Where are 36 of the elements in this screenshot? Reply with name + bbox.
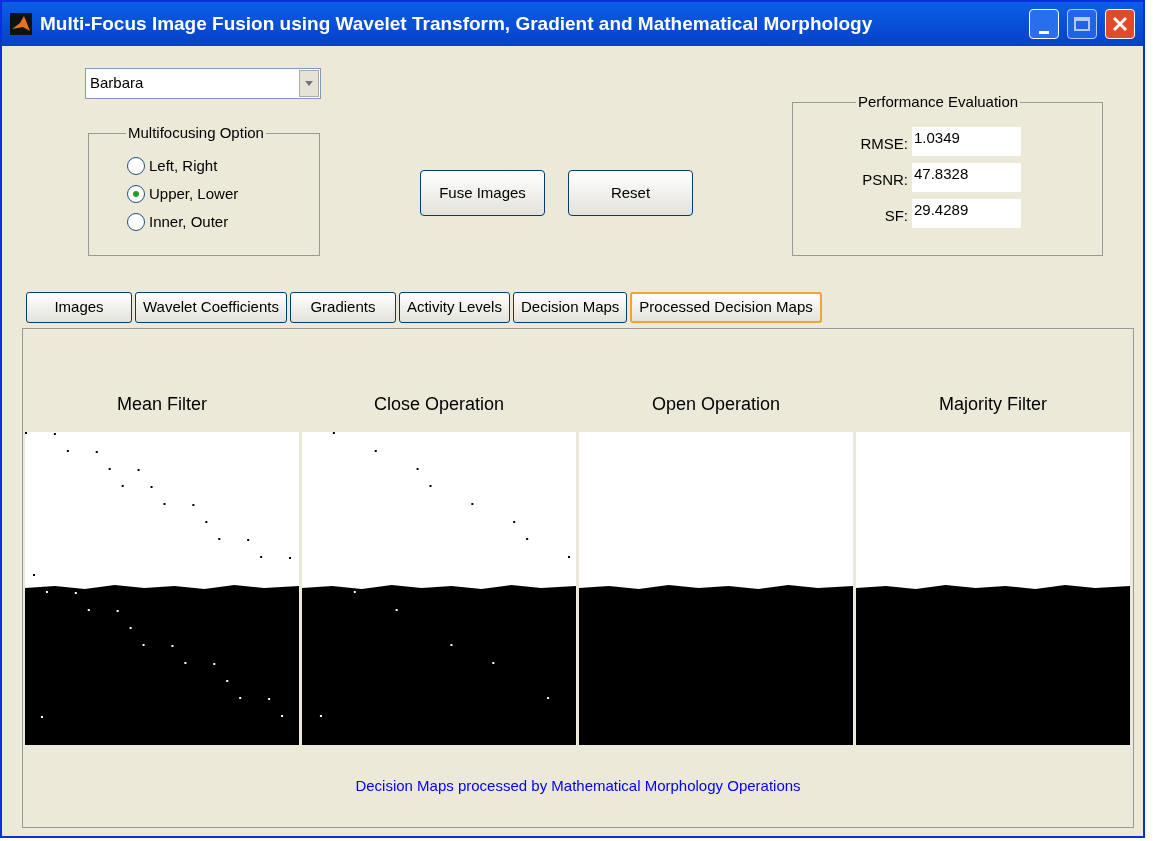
image-title: Open Operation [650,393,782,416]
close-icon [1112,16,1128,32]
tab[interactable]: Images [26,292,132,323]
tab[interactable]: Wavelet Coefficients [135,292,287,323]
tab[interactable]: Decision Maps [512,292,628,323]
tab[interactable]: Activity Levels [398,292,510,323]
radio-button[interactable] [127,185,145,203]
radio-label: Inner, Outer [149,211,229,232]
minimize-icon [1039,31,1049,34]
radio-button[interactable] [127,213,145,231]
metric-field[interactable]: 47.8328 [912,163,1021,192]
metric-field[interactable]: 1.0349 [912,127,1021,156]
radio-label: Upper, Lower [149,183,239,204]
action-button[interactable]: Reset [568,170,693,216]
metric-label: RMSE: [859,134,908,155]
close-button[interactable] [1105,9,1135,39]
minimize-button[interactable] [1029,9,1059,39]
metric-field[interactable]: 29.4289 [912,199,1021,228]
group-title: Multifocusing Option [126,124,266,142]
panel-caption: Decision Maps processed by Mathematical Morphology Operations [354,776,802,796]
tab[interactable]: Processed Decision Maps [630,292,822,323]
image-title: Mean Filter [116,393,208,416]
maximize-icon [1074,17,1090,31]
image-title: Close Operation [372,393,506,416]
image-dropdown[interactable]: Barbara [85,68,321,99]
tab[interactable]: Gradients [289,292,396,323]
image-title: Majority Filter [938,393,1048,416]
dropdown-caret-icon [299,70,319,97]
metric-label: PSNR: [861,170,908,191]
window-title: Multi-Focus Image Fusion using Wavelet Transform, Gradient and Mathematical Morphology [40,11,874,36]
metric-label: SF: [883,206,908,227]
action-button[interactable]: Fuse Images [420,170,545,216]
radio-button[interactable] [127,157,145,175]
radio-label: Left, Right [149,155,218,176]
app-icon [10,13,32,35]
maximize-button[interactable] [1067,9,1097,39]
